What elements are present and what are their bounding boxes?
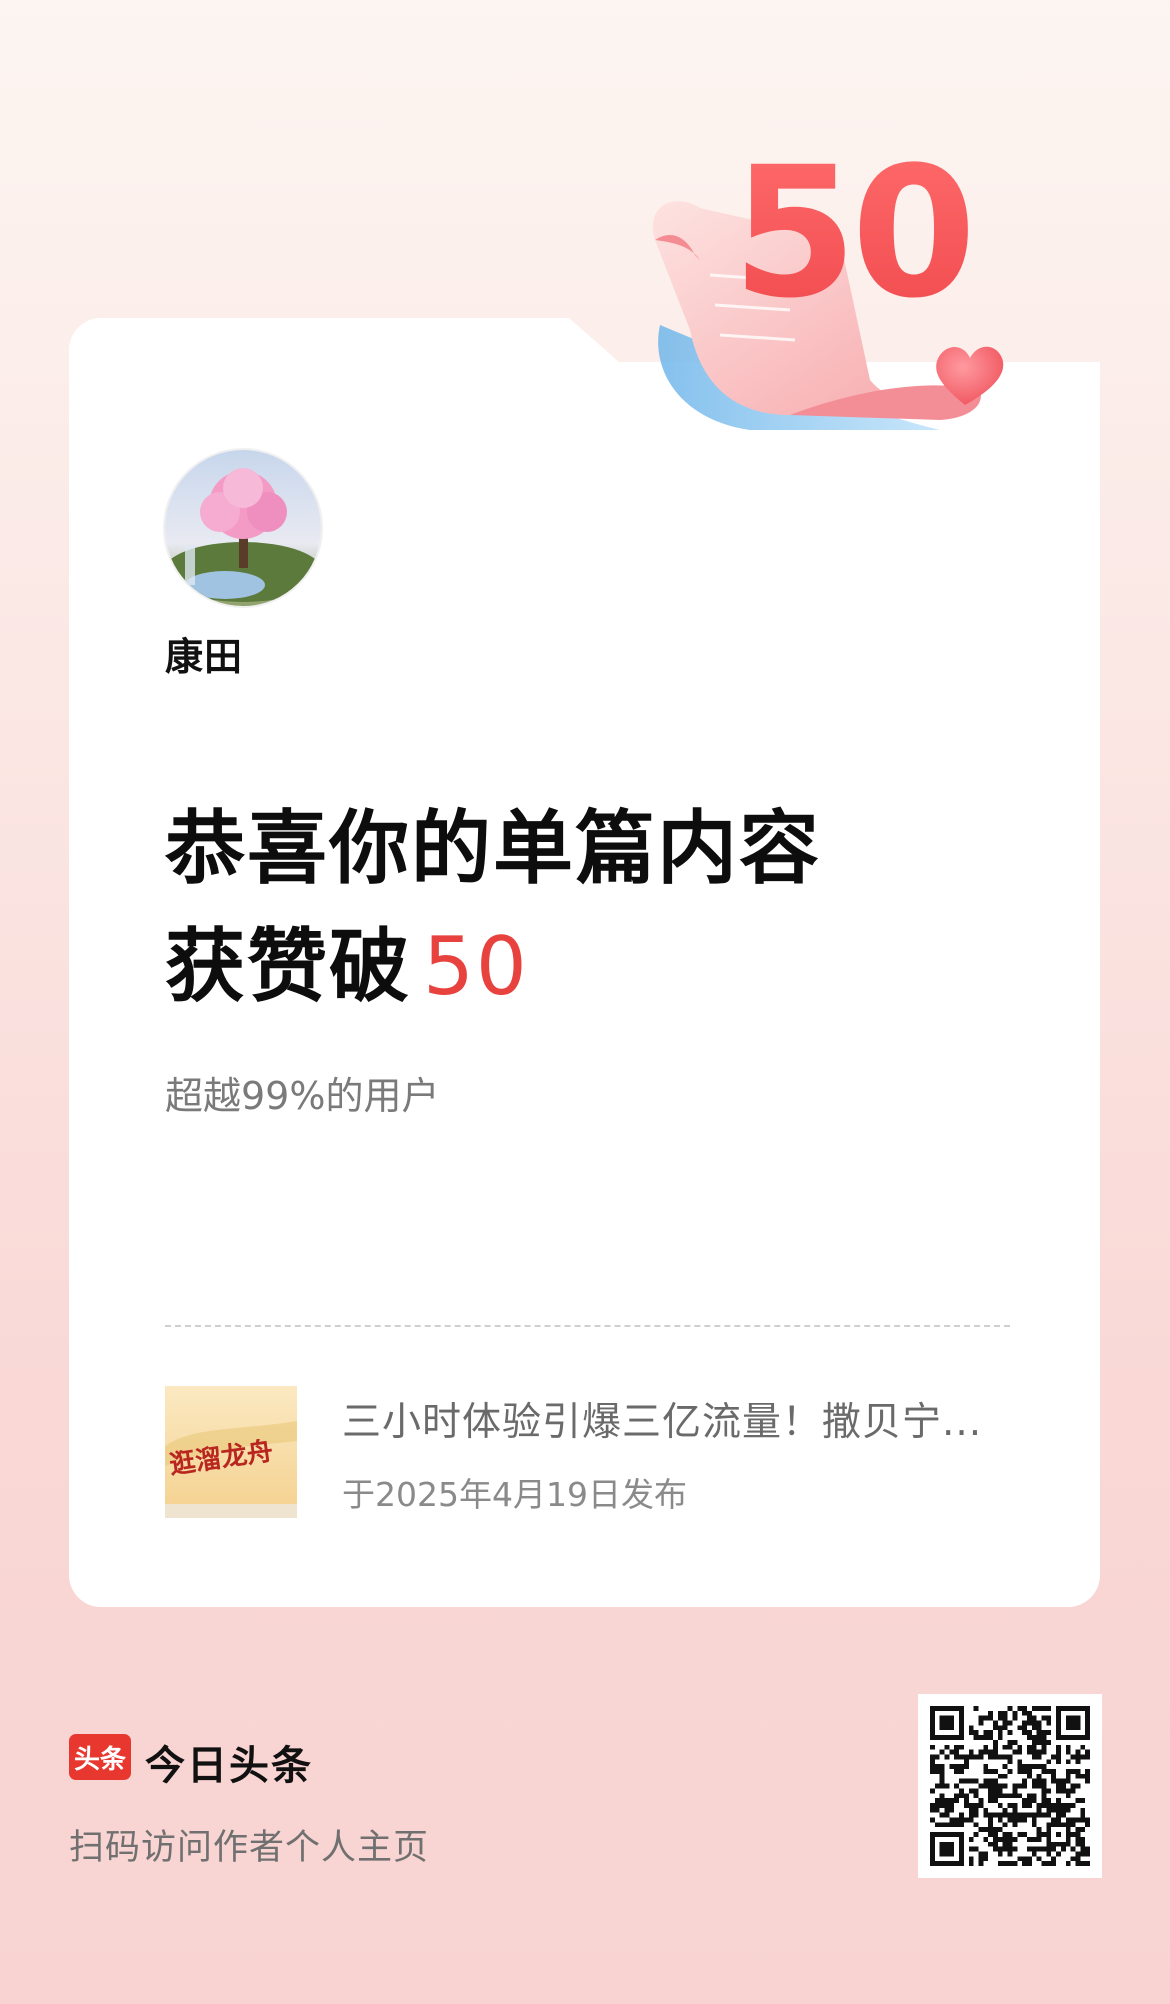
qr-code-icon bbox=[930, 1706, 1090, 1866]
headline-line-2: 获赞破 50 bbox=[165, 908, 821, 1026]
headline-line-1: 恭喜你的单篇内容 bbox=[165, 802, 821, 895]
article-publish-date: 于2025年4月19日发布 bbox=[342, 1475, 687, 1514]
dashed-divider bbox=[165, 1325, 1010, 1327]
scan-instruction: 扫码访问作者个人主页 bbox=[69, 1828, 430, 1868]
author-name[interactable]: 康田 bbox=[165, 626, 243, 681]
cherry-tree-avatar-icon bbox=[165, 450, 321, 606]
article-title[interactable]: 三小时体验引爆三亿流量！撒贝宁... bbox=[342, 1391, 1012, 1447]
scroll-badge-icon: 50 bbox=[652, 130, 1004, 430]
brand-name: 今日头条 bbox=[145, 1743, 313, 1789]
ranking-subtitle: 超越99%的用户 bbox=[165, 1074, 440, 1118]
like-count: 50 bbox=[423, 920, 529, 1013]
toutiao-logo: 头条 bbox=[69, 1734, 131, 1780]
qr-code[interactable] bbox=[918, 1694, 1102, 1878]
article-thumbnail[interactable]: 逛溜龙舟 bbox=[165, 1386, 297, 1518]
share-card-page: 50 康田 恭喜你的单篇内容 获赞破 50 超越99%的用户 逛溜龙舟 三小时体… bbox=[0, 0, 1170, 2004]
headline-prefix: 获赞破 bbox=[165, 920, 411, 1013]
author-avatar[interactable] bbox=[165, 450, 321, 606]
achievement-headline: 恭喜你的单篇内容 获赞破 50 bbox=[165, 790, 821, 1026]
dragon-boat-thumbnail-icon: 逛溜龙舟 bbox=[165, 1386, 297, 1518]
badge-number: 50 bbox=[732, 130, 971, 338]
